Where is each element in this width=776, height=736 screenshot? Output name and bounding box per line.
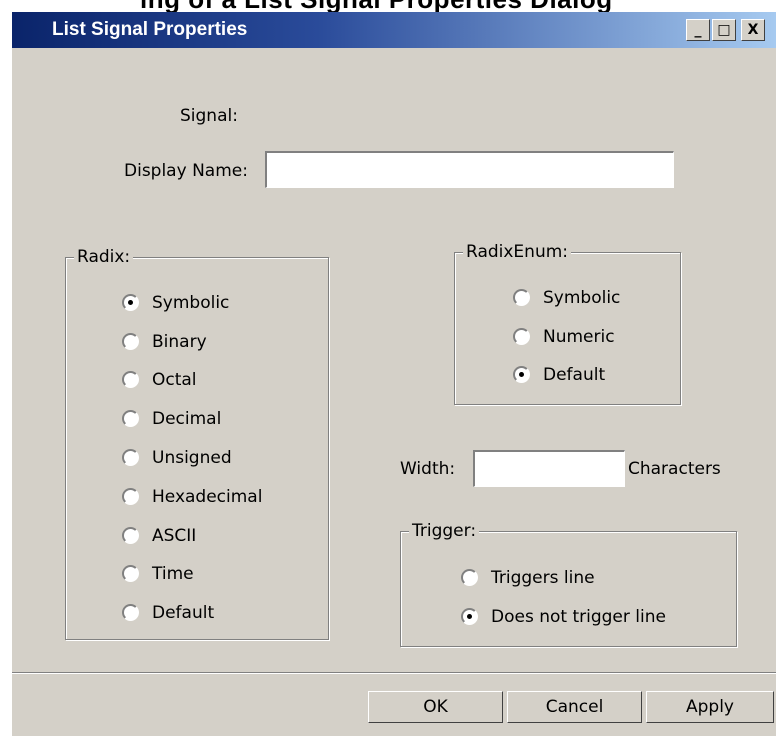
radio-selected-icon: [513, 366, 530, 383]
trigger-option-label: Triggers line: [491, 568, 595, 588]
window-title: List Signal Properties: [52, 19, 248, 40]
dialog-window: List Signal Properties _ □ X Signal: Dis…: [10, 12, 776, 736]
radio-icon: [122, 333, 139, 350]
trigger-group: Trigger: Triggers line Does not trigger …: [400, 521, 737, 647]
ok-button[interactable]: OK: [368, 691, 503, 723]
radix-enum-group: RadixEnum: Symbolic Numeric Default: [454, 242, 681, 405]
radix-legend: Radix:: [74, 247, 134, 267]
radix-option-label: Default: [152, 603, 215, 623]
signal-label: Signal:: [180, 106, 238, 126]
close-button[interactable]: X: [741, 19, 765, 41]
trigger-legend: Trigger:: [409, 521, 480, 541]
radix-option-label: ASCII: [152, 526, 197, 546]
radio-icon: [461, 569, 478, 586]
radio-icon: [122, 527, 139, 544]
radio-icon: [122, 371, 139, 388]
radix-enum-option-label: Symbolic: [543, 288, 621, 308]
radio-icon: [513, 289, 530, 306]
radix-group: Radix: Symbolic Binary Octal Decimal Uns…: [65, 247, 329, 640]
radix-option-label: Binary: [152, 332, 207, 352]
cancel-button[interactable]: Cancel: [507, 691, 642, 723]
title-bar[interactable]: List Signal Properties _ □ X: [12, 12, 776, 48]
trigger-option-label: Does not trigger line: [491, 607, 666, 627]
display-name-input[interactable]: [265, 151, 674, 188]
radix-enum-option-label: Numeric: [543, 327, 615, 347]
radio-icon: [122, 449, 139, 466]
footer-separator: [12, 672, 776, 674]
width-unit-label: Characters: [628, 459, 721, 479]
radio-icon: [122, 565, 139, 582]
radio-icon: [122, 488, 139, 505]
radix-option-label: Symbolic: [152, 293, 230, 313]
radio-selected-icon: [461, 608, 478, 625]
radix-enum-option-label: Default: [543, 365, 606, 385]
radio-selected-icon: [122, 294, 139, 311]
radix-option-label: Time: [152, 564, 194, 584]
background-caption: ing of a List Signal Properties Dialog: [0, 0, 776, 12]
radio-icon: [122, 410, 139, 427]
width-label: Width:: [400, 459, 456, 479]
radio-icon: [122, 604, 139, 621]
display-name-label: Display Name:: [124, 161, 248, 181]
maximize-button[interactable]: □: [712, 19, 736, 41]
radix-option-label: Octal: [152, 370, 197, 390]
radix-option-label: Decimal: [152, 409, 222, 429]
minimize-button[interactable]: _: [686, 19, 710, 41]
radix-enum-legend: RadixEnum:: [463, 242, 572, 262]
background-caption-text: ing of a List Signal Properties Dialog: [140, 0, 613, 12]
radix-option-label: Unsigned: [152, 448, 232, 468]
radio-icon: [513, 328, 530, 345]
radix-option-label: Hexadecimal: [152, 487, 263, 507]
width-input[interactable]: [473, 450, 625, 487]
apply-button[interactable]: Apply: [646, 691, 774, 723]
